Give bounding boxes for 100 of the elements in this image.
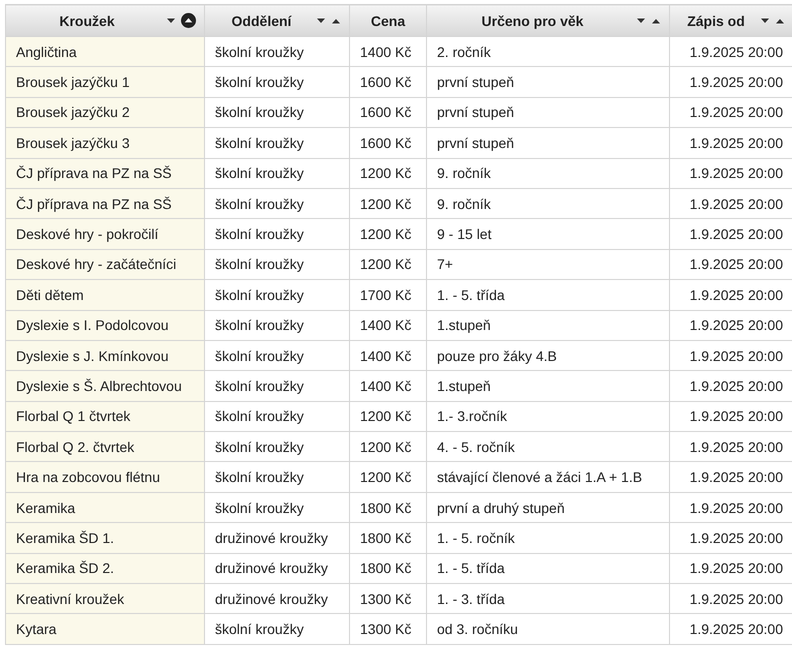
table-cell: Hra na zobcovou flétnu — [6, 462, 204, 492]
table-cell: ČJ příprava na PZ na SŠ — [6, 158, 204, 188]
table-cell: 1.9.2025 20:00 — [670, 128, 792, 158]
table-cell: Dyslexie s J. Kmínkovou — [6, 340, 204, 371]
table-cell: 1600 Kč — [350, 66, 426, 98]
table-cell: školní kroužky — [204, 97, 350, 128]
table-cell: 1. - 5. třída — [426, 553, 670, 584]
table-cell: družinové kroužky — [204, 553, 350, 584]
table-cell: 1800 Kč — [350, 522, 426, 554]
table-cell: družinové kroužky — [204, 584, 350, 614]
table-cell: 1.9.2025 20:00 — [670, 218, 792, 250]
table-cell: školní kroužky — [204, 614, 350, 644]
table-cell: školní kroužky — [204, 218, 350, 250]
table-cell: 1700 Kč — [350, 280, 426, 310]
table-cell: školní kroužky — [204, 280, 350, 310]
sort-descending-icon[interactable] — [316, 18, 326, 24]
table-cell: 1.9.2025 20:00 — [670, 432, 792, 462]
table-cell: 1.9.2025 20:00 — [670, 158, 792, 188]
table-cell: 1400 Kč — [350, 310, 426, 340]
table-cell: 9. ročník — [426, 158, 670, 188]
sort-ascending-icon[interactable] — [775, 18, 785, 24]
table-cell: školní kroužky — [204, 401, 350, 432]
table-cell: první stupeň — [426, 66, 670, 98]
table-cell: 7+ — [426, 249, 670, 280]
table-cell: 1.9.2025 20:00 — [670, 310, 792, 340]
sort-ascending-icon[interactable] — [651, 18, 661, 24]
table-cell: 4. - 5. ročník — [426, 432, 670, 462]
table-cell: 1.9.2025 20:00 — [670, 36, 792, 67]
table-cell: 1400 Kč — [350, 340, 426, 371]
table-cell: 1. - 5. třída — [426, 280, 670, 310]
table-cell: 9. ročník — [426, 188, 670, 219]
table-cell: 1200 Kč — [350, 401, 426, 432]
table-cell: 1.9.2025 20:00 — [670, 462, 792, 492]
table-cell: 1.stupeň — [426, 370, 670, 402]
table-cell: školní kroužky — [204, 249, 350, 280]
sort-descending-icon[interactable] — [636, 18, 646, 24]
table-cell: první a druhý stupeň — [426, 492, 670, 523]
table-cell: 1.9.2025 20:00 — [670, 340, 792, 371]
table-cell: první stupeň — [426, 128, 670, 158]
table-cell: školní kroužky — [204, 188, 350, 219]
table-cell: 1.9.2025 20:00 — [670, 614, 792, 644]
table-cell: ČJ příprava na PZ na SŠ — [6, 188, 204, 219]
table-cell: od 3. ročníku — [426, 614, 670, 644]
table-cell: školní kroužky — [204, 432, 350, 462]
table-cell: 1600 Kč — [350, 97, 426, 128]
table-cell: Keramika ŠD 2. — [6, 553, 204, 584]
table-cell: Kreativní kroužek — [6, 584, 204, 614]
table-cell: 1200 Kč — [350, 158, 426, 188]
table-cell: Deskové hry - pokročilí — [6, 218, 204, 250]
table-cell: první stupeň — [426, 97, 670, 128]
table-cell: 1. - 5. ročník — [426, 522, 670, 554]
table-cell: 1.9.2025 20:00 — [670, 553, 792, 584]
table-cell: školní kroužky — [204, 492, 350, 523]
table-cell: školní kroužky — [204, 462, 350, 492]
table-cell: 1800 Kč — [350, 553, 426, 584]
table-cell: 1200 Kč — [350, 218, 426, 250]
table-cell: 1.9.2025 20:00 — [670, 522, 792, 554]
table-cell: 1600 Kč — [350, 128, 426, 158]
table-cell: 9 - 15 let — [426, 218, 670, 250]
table-cell: 1.stupeň — [426, 310, 670, 340]
sort-ascending-active-icon[interactable] — [181, 13, 196, 28]
table-cell: školní kroužky — [204, 310, 350, 340]
table-cell: 2. ročník — [426, 36, 670, 67]
table-cell: 1.9.2025 20:00 — [670, 188, 792, 219]
table-cell: 1400 Kč — [350, 36, 426, 67]
table-cell: školní kroužky — [204, 158, 350, 188]
table-cell: Dyslexie s Š. Albrechtovou — [6, 370, 204, 402]
table-cell: 1.9.2025 20:00 — [670, 370, 792, 402]
sort-ascending-icon[interactable] — [331, 18, 341, 24]
table-cell: pouze pro žáky 4.B — [426, 340, 670, 371]
sort-descending-icon[interactable] — [166, 18, 176, 24]
table-cell: 1200 Kč — [350, 188, 426, 219]
table-cell: 1.9.2025 20:00 — [670, 280, 792, 310]
sort-descending-icon[interactable] — [760, 18, 770, 24]
table-cell: Florbal Q 1 čtvrtek — [6, 401, 204, 432]
table-cell: školní kroužky — [204, 340, 350, 371]
table-cell: školní kroužky — [204, 66, 350, 98]
table-cell: 1.- 3.ročník — [426, 401, 670, 432]
table-cell: družinové kroužky — [204, 522, 350, 554]
table-cell: stávající členové a žáci 1.A + 1.B — [426, 462, 670, 492]
table-cell: Brousek jazýčku 1 — [6, 66, 204, 98]
table-cell: Florbal Q 2. čtvrtek — [6, 432, 204, 462]
table-cell: Kytara — [6, 614, 204, 644]
table-cell: 1.9.2025 20:00 — [670, 401, 792, 432]
table-cell: Děti dětem — [6, 280, 204, 310]
table-cell: 1.9.2025 20:00 — [670, 97, 792, 128]
table-cell: školní kroužky — [204, 370, 350, 402]
table-cell: 1300 Kč — [350, 584, 426, 614]
table-cell: Angličtina — [6, 36, 204, 67]
table-cell: 1800 Kč — [350, 492, 426, 523]
table-cell: Brousek jazýčku 3 — [6, 128, 204, 158]
table-cell: 1400 Kč — [350, 370, 426, 402]
table-cell: 1.9.2025 20:00 — [670, 584, 792, 614]
table-cell: Keramika — [6, 492, 204, 523]
table-cell: Dyslexie s I. Podolcovou — [6, 310, 204, 340]
table-cell: Brousek jazýčku 2 — [6, 97, 204, 128]
table-cell: 1.9.2025 20:00 — [670, 492, 792, 523]
table-cell: 1200 Kč — [350, 432, 426, 462]
table-cell: 1200 Kč — [350, 462, 426, 492]
table-cell: 1.9.2025 20:00 — [670, 249, 792, 280]
